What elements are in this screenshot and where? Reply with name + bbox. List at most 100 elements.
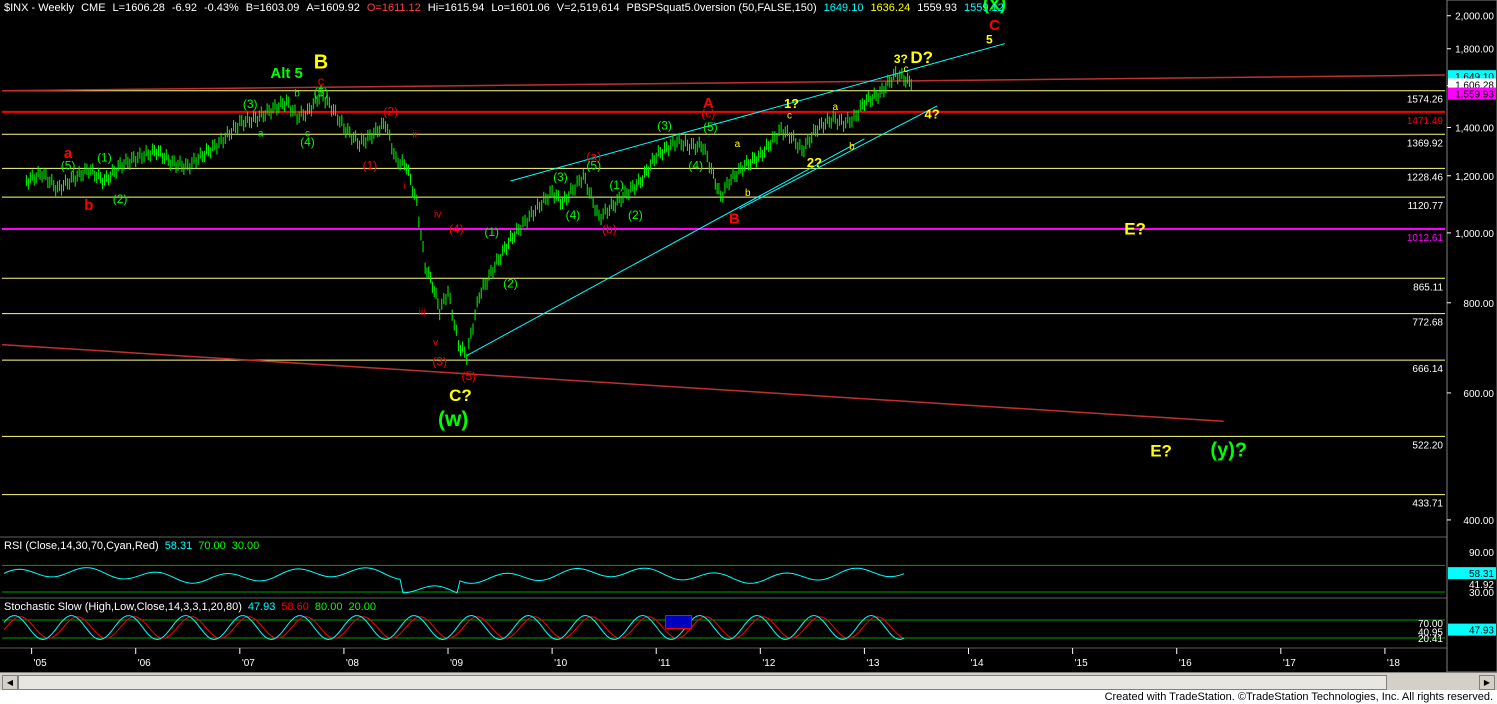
- x-tick-label: '07: [242, 658, 255, 669]
- y-tick-label: 2,000.00: [1455, 12, 1494, 23]
- wave-label: (2): [113, 192, 128, 206]
- level-label: 772.68: [1412, 318, 1443, 329]
- copyright-text: Created with TradeStation. ©TradeStation…: [1104, 691, 1493, 703]
- stoch-level-20: 20.00: [348, 601, 376, 613]
- rsi-label: RSI (Close,14,30,70,Cyan,Red): [4, 540, 159, 552]
- bid-price: B=1603.09: [245, 2, 300, 14]
- y-tick-label: 800.00: [1463, 299, 1494, 310]
- rsi-line: [3, 567, 905, 594]
- open-price: O=1611.12: [366, 2, 421, 14]
- x-tick-label: '13: [866, 658, 879, 669]
- wave-label: (w): [438, 408, 468, 431]
- wave-label: (4): [688, 158, 703, 172]
- wave-label: (5): [703, 120, 718, 134]
- study-value-2: 1636.24: [870, 2, 911, 14]
- wave-label: (y)?: [1210, 439, 1247, 461]
- x-tick-label: '16: [1179, 658, 1192, 669]
- price-tag-label: 1,559.93: [1455, 90, 1494, 101]
- study-value-1: 1649.10: [823, 2, 864, 14]
- stoch-value-d: 58.60: [281, 601, 309, 613]
- study-value-3: 1559.93: [917, 2, 957, 14]
- rsi-header: RSI (Close,14,30,70,Cyan,Red) 58.31 70.00 3…: [4, 540, 265, 552]
- wave-label: c: [904, 64, 909, 75]
- wave-label: (2): [503, 277, 518, 291]
- wave-label: (1): [484, 225, 499, 239]
- x-tick-label: '15: [1075, 658, 1088, 669]
- wave-label: (1): [609, 178, 624, 192]
- y-tick-label: 1,200.00: [1455, 172, 1494, 183]
- scroll-right-arrow-icon[interactable]: ▶: [1479, 675, 1495, 690]
- x-tick-label: '17: [1283, 658, 1296, 669]
- channel-line: [466, 138, 865, 356]
- rsi-axis-label: 30.00: [1469, 588, 1494, 599]
- volume: V=2,519,614: [556, 2, 620, 14]
- wave-label: b: [84, 197, 93, 214]
- wave-label: c: [787, 111, 792, 122]
- x-tick-label: '11: [658, 658, 671, 669]
- y-tick-label: 1,800.00: [1455, 45, 1494, 56]
- y-tick-label: 1,400.00: [1455, 123, 1494, 134]
- wave-label: b: [294, 89, 300, 100]
- net-change: -6.92: [171, 2, 197, 14]
- rsi-axis-label: 90.00: [1469, 548, 1494, 559]
- exchange-label: CME: [81, 2, 106, 14]
- level-label: 522.20: [1412, 440, 1443, 451]
- x-tick-label: '05: [34, 658, 47, 669]
- wave-label: (1): [97, 151, 112, 165]
- level-label: 1120.77: [1408, 201, 1444, 212]
- level-label: 433.71: [1412, 499, 1443, 510]
- wave-label: ii: [412, 130, 416, 141]
- stoch-highlight-box: [665, 615, 693, 629]
- wave-label: D?: [910, 48, 933, 67]
- wave-label: a: [735, 139, 741, 150]
- stoch-value-k: 47.93: [247, 601, 276, 613]
- wave-label: (3): [553, 170, 568, 184]
- wave-label: E?: [1124, 219, 1146, 238]
- y-tick-label: 1,000.00: [1455, 229, 1494, 240]
- x-tick-label: '10: [554, 658, 567, 669]
- red-trendline: [1, 343, 1224, 423]
- x-tick-label: '18: [1387, 658, 1400, 669]
- horizontal-scrollbar[interactable]: ◀ ▶: [0, 672, 1497, 691]
- wave-label: (3): [432, 354, 447, 368]
- y-tick-label: 600.00: [1463, 389, 1494, 400]
- level-label: 666.14: [1412, 364, 1443, 375]
- scroll-left-arrow-icon[interactable]: ◀: [2, 675, 18, 690]
- ask-price: A=1609.92: [306, 2, 360, 14]
- wave-label: (2): [383, 104, 398, 118]
- wave-label: Alt 5: [270, 65, 303, 82]
- level-label: 865.11: [1413, 282, 1443, 293]
- level-label: 1012.61: [1407, 233, 1444, 244]
- wave-label: (5): [461, 369, 476, 383]
- pct-change: -0.43%: [203, 2, 239, 14]
- rsi-level-70: 70.00: [198, 540, 226, 552]
- wave-label: (5): [61, 158, 76, 172]
- wave-label: iii: [419, 307, 426, 318]
- scroll-thumb[interactable]: [18, 675, 1387, 690]
- wave-label: 5: [986, 33, 993, 47]
- last-price: L=1606.28: [112, 2, 165, 14]
- wave-label: B: [314, 51, 328, 73]
- rsi-value: 58.31: [164, 540, 193, 552]
- wave-label: (4): [566, 208, 581, 222]
- y-tick-label: 400.00: [1463, 516, 1494, 527]
- stoch-header: Stochastic Slow (High,Low,Close,14,3,3,1…: [4, 601, 382, 613]
- wave-label: 1?: [784, 96, 799, 111]
- x-tick-label: '12: [762, 658, 775, 669]
- stoch-level-label: 20.41: [1418, 634, 1443, 645]
- wave-label: (2): [628, 208, 643, 222]
- wave-label: 4?: [924, 107, 939, 122]
- wave-label: b: [745, 188, 751, 199]
- rsi-tag-label: 58.31: [1469, 569, 1494, 580]
- chart-stage: 1574.26 1471.49 1369.92 1228.46 1120.77 1012.…: [0, 0, 1497, 704]
- stoch-tag-label: 47.93: [1469, 626, 1494, 637]
- wave-label: 2?: [807, 155, 822, 170]
- symbol-label: $INX - Weekly: [4, 2, 75, 14]
- high-price: Hi=1615.94: [427, 2, 485, 14]
- wave-label: (4): [449, 222, 464, 236]
- stoch-label: Stochastic Slow (High,Low,Close,14,3,3,1…: [4, 601, 242, 613]
- study-name: PBSPSquat5.0version (50,FALSE,150): [626, 2, 817, 14]
- wave-label: a: [832, 102, 838, 113]
- red-trendline: [1, 74, 1446, 92]
- wave-label: (1): [363, 158, 378, 172]
